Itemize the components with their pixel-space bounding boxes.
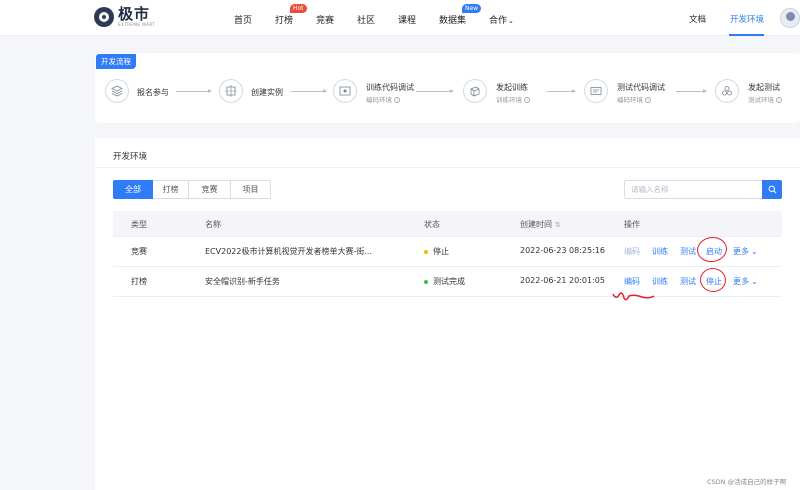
row1-test-button[interactable]: 测试: [680, 246, 696, 257]
info-icon[interactable]: i: [524, 97, 530, 103]
flow-arrow: [416, 89, 454, 93]
step-start-test-sub: 测试环境 i: [748, 94, 782, 104]
row1-created: 2022-06-23 08:25:16: [520, 246, 605, 255]
col-status: 状态: [424, 220, 440, 229]
row2-more-button[interactable]: 更多 ⌄: [733, 276, 758, 287]
nav-competition[interactable]: 竞赛: [316, 13, 334, 26]
logo-subtext: EXTREME MART: [118, 22, 156, 27]
nav-community[interactable]: 社区: [357, 13, 375, 26]
info-icon[interactable]: i: [776, 97, 782, 103]
tab-all[interactable]: 全部: [113, 180, 153, 199]
chevron-down-icon: ⌄: [751, 247, 758, 256]
search-input[interactable]: [624, 180, 762, 199]
step-test-debug: 测试代码调试: [617, 83, 665, 92]
dev-flow-tag: 开发流程: [96, 54, 136, 69]
col-type: 类型: [131, 220, 147, 229]
row1-type: 竞赛: [131, 247, 147, 256]
row1-code-button[interactable]: 编码: [624, 246, 640, 257]
nav-courses[interactable]: 课程: [398, 13, 416, 26]
row2-type: 打榜: [131, 277, 147, 286]
nav-docs[interactable]: 文档: [689, 13, 706, 25]
logo-text: 极市: [118, 5, 151, 23]
nav-home[interactable]: 首页: [234, 13, 252, 26]
row1-name: ECV2022极市计算机视觉开发者榜单大赛-街...: [205, 247, 372, 256]
nav-leaderboard[interactable]: 打榜: [275, 13, 293, 26]
row2-name: 安全帽识别-新手任务: [205, 277, 280, 286]
nav-active-indicator: [729, 34, 764, 36]
dev-flow-panel: [95, 53, 800, 123]
hot-badge: Hot: [290, 4, 307, 13]
divider: [95, 167, 800, 168]
tab-leaderboard[interactable]: 打榜: [153, 180, 189, 199]
row-divider: [113, 296, 782, 297]
create-instance-icon: [219, 79, 243, 103]
col-actions: 操作: [624, 220, 640, 229]
train-debug-icon: [333, 79, 357, 103]
row-divider: [113, 266, 782, 267]
row2-status: 测试完成: [424, 276, 465, 287]
row2-code-button[interactable]: 编码: [624, 276, 640, 287]
step-test-debug-sub: 编码环境 i: [617, 94, 651, 104]
user-avatar[interactable]: [780, 8, 800, 28]
test-debug-icon: [584, 79, 608, 103]
row2-train-button[interactable]: 训练: [652, 276, 668, 287]
nav-dev-env[interactable]: 开发环境: [730, 13, 764, 25]
flow-arrow: [676, 89, 707, 93]
sort-icon[interactable]: ⇅: [555, 221, 561, 229]
chevron-down-icon: ⌄: [751, 277, 758, 286]
step-signup: 报名参与: [137, 88, 169, 97]
new-badge: New: [462, 4, 482, 13]
step-train-debug: 训练代码调试: [366, 83, 414, 92]
annotation-squiggle: [612, 292, 655, 301]
filter-tabs: 全部 打榜 竞赛 项目: [113, 180, 271, 199]
watermark: CSDN @活成自己的样子啊: [707, 478, 787, 486]
step-train-debug-sub: 编码环境 i: [366, 94, 400, 104]
dev-env-title: 开发环境: [113, 152, 148, 162]
step-start-training-sub: 训练环境 i: [496, 94, 530, 104]
flow-arrow: [547, 89, 576, 93]
info-icon[interactable]: i: [394, 97, 400, 103]
site-logo[interactable]: 极市 EXTREME MART: [94, 7, 155, 27]
chevron-down-icon: ⌄: [508, 17, 514, 25]
logo-icon: [94, 7, 114, 27]
nav-cooperation[interactable]: 合作⌄: [489, 13, 514, 26]
col-created[interactable]: 创建时间 ⇅: [520, 219, 561, 230]
search-icon: [768, 185, 776, 194]
signup-icon: [105, 79, 129, 103]
start-training-icon: [463, 79, 487, 103]
row2-created: 2022-06-21 20:01:05: [520, 276, 605, 285]
flow-arrow: [291, 89, 327, 93]
start-test-icon: [715, 79, 739, 103]
flow-arrow: [176, 89, 212, 93]
status-dot: [424, 279, 428, 284]
status-dot: [424, 249, 428, 254]
tab-project[interactable]: 项目: [231, 180, 271, 199]
info-icon[interactable]: i: [645, 97, 651, 103]
row1-train-button[interactable]: 训练: [652, 246, 668, 257]
search-button[interactable]: [762, 180, 782, 199]
step-create-instance: 创建实例: [251, 88, 283, 97]
row-divider: [113, 236, 782, 237]
step-start-test: 发起测试: [748, 83, 780, 92]
step-start-training: 发起训练: [496, 83, 528, 92]
row1-more-button[interactable]: 更多 ⌄: [733, 246, 758, 257]
row1-status: 停止: [424, 246, 449, 257]
nav-datasets[interactable]: 数据集: [439, 13, 466, 26]
tab-competition[interactable]: 竞赛: [189, 180, 231, 199]
col-name: 名称: [205, 220, 221, 229]
row2-test-button[interactable]: 测试: [680, 276, 696, 287]
